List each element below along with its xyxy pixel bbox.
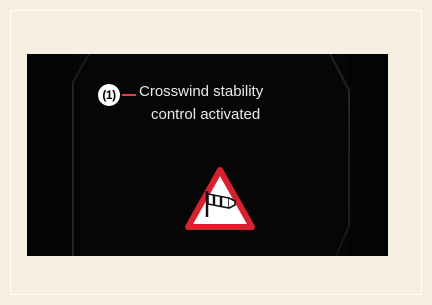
callout-number: (1) [98,84,120,106]
crosswind-warning-icon [185,167,255,230]
message-line-1: Crosswind stability [139,83,264,100]
message-line-2: control activated [151,106,261,123]
callout-line [122,94,136,96]
